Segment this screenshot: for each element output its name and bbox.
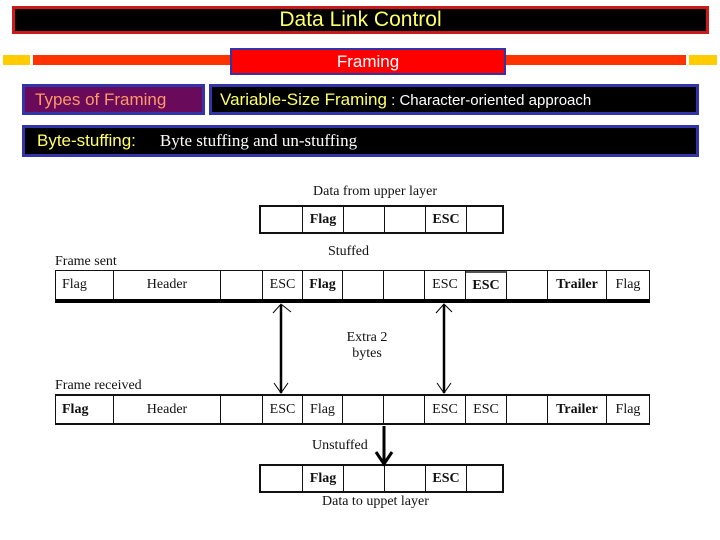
diagram-arrows [272,303,453,467]
